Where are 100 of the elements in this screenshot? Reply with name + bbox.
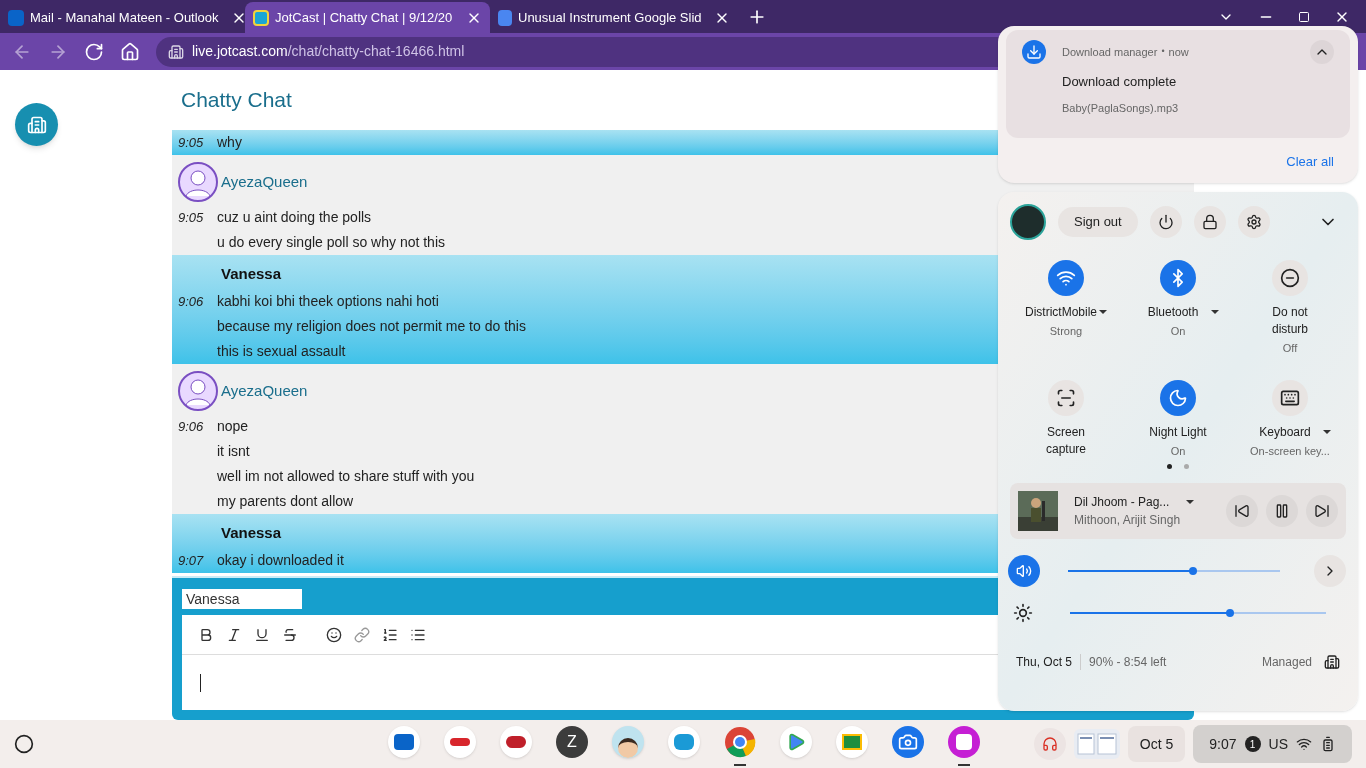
user-name: Vanessa	[221, 263, 282, 284]
app-icon[interactable]	[443, 726, 476, 758]
message-time: 9:05	[178, 210, 204, 225]
screen-capture-icon	[1056, 388, 1076, 408]
separator-dot: •	[1161, 45, 1165, 59]
dropdown-icon[interactable]	[1323, 430, 1331, 434]
name-field[interactable]: Vanessa	[182, 589, 302, 609]
bold-icon[interactable]	[198, 626, 214, 643]
canvas-app-icon[interactable]	[947, 726, 980, 758]
do-not-disturb-icon	[1280, 268, 1300, 288]
building-icon	[1324, 654, 1340, 670]
site-icon	[253, 9, 269, 26]
browser-tab[interactable]: Mail - Manahal Mateen - Outlook	[0, 2, 245, 33]
volume-button[interactable]	[1008, 555, 1040, 587]
sign-out-button[interactable]: Sign out	[1058, 207, 1138, 237]
lock-icon	[1201, 214, 1218, 230]
link-icon[interactable]	[354, 626, 370, 643]
underline-icon[interactable]	[254, 626, 270, 643]
play-store-icon[interactable]	[779, 726, 812, 758]
keyboard-icon	[1280, 388, 1300, 408]
next-icon	[1314, 503, 1330, 519]
toggle-button[interactable]	[1272, 260, 1308, 296]
message-text: my parents dont allow	[217, 492, 354, 511]
track-title: Dil Jhoom - Pag...	[1074, 494, 1170, 511]
battery-status[interactable]: 90% - 8:54 left	[1089, 653, 1167, 671]
next-button[interactable]	[1306, 495, 1338, 527]
collapse-button[interactable]	[1310, 40, 1334, 64]
message-text: why	[217, 133, 242, 152]
message-text: because my religion does not permit me to do this	[217, 317, 526, 336]
chat-title: Chatty Chat	[181, 87, 292, 114]
toggle-label: Screen capture	[1045, 424, 1087, 458]
site-info-icon[interactable]	[168, 43, 184, 60]
avatar-icon	[178, 162, 218, 202]
browser-icon[interactable]	[723, 726, 756, 758]
message-time: 9:06	[178, 419, 204, 434]
date-label[interactable]: Thu, Oct 5	[1016, 653, 1073, 671]
message-text: this is sexual assault	[217, 342, 346, 361]
status-area[interactable]: 9:07 1 US	[1193, 725, 1352, 763]
app-icon[interactable]	[499, 726, 532, 758]
date-pill[interactable]: Oct 5	[1127, 726, 1186, 762]
toggle-button[interactable]	[1272, 380, 1308, 416]
battery-icon	[1320, 736, 1336, 752]
pause-icon	[1274, 503, 1290, 519]
maximize-icon[interactable]	[1298, 11, 1310, 23]
audio-settings-button[interactable]	[1314, 555, 1346, 587]
brightness-icon	[1013, 603, 1033, 623]
browser-tab[interactable]: JotCast | Chatty Chat | 9/12/20	[245, 2, 490, 33]
managed-label[interactable]: Managed	[1261, 653, 1312, 671]
pause-button[interactable]	[1266, 495, 1298, 527]
numbered-list-icon[interactable]	[382, 626, 398, 643]
wifi-icon	[1056, 268, 1076, 288]
mail-app-icon[interactable]	[387, 726, 420, 758]
message-text: it isnt	[217, 442, 250, 461]
toggle-button[interactable]	[1048, 260, 1084, 296]
notification-time: now	[1168, 44, 1189, 60]
user-name: AyezaQueen	[221, 171, 308, 192]
toggle-button[interactable]	[1048, 380, 1084, 416]
emoji-icon[interactable]	[326, 626, 342, 643]
app-launcher-button[interactable]: Z	[555, 726, 588, 758]
camera-icon[interactable]	[891, 726, 924, 758]
building-icon	[26, 114, 47, 135]
document-icon	[498, 9, 512, 26]
launcher-icon[interactable]	[14, 734, 34, 754]
dropdown-icon[interactable]	[1099, 310, 1107, 314]
track-artist: Mithoon, Arijit Singh	[1074, 512, 1182, 529]
tab-title: Mail - Manahal Mateen - Outlook	[30, 8, 219, 27]
toggle-status: On	[1170, 444, 1186, 459]
headphones-icon	[1041, 736, 1058, 752]
accessibility-button[interactable]	[15, 103, 58, 146]
moon-icon	[1168, 388, 1188, 408]
lock-button[interactable]	[1193, 206, 1226, 238]
toggle-button[interactable]	[1160, 380, 1196, 416]
message-text: u do every single poll so why not this	[217, 233, 445, 252]
toggle-label: DistrictMobile	[1025, 304, 1097, 321]
power-button[interactable]	[1149, 206, 1182, 238]
toggle-button[interactable]	[1160, 260, 1196, 296]
user-name: Vanessa	[221, 522, 282, 543]
italic-icon[interactable]	[226, 626, 242, 643]
message-text: nope	[217, 417, 249, 436]
mail-app-icon	[8, 9, 24, 26]
classroom-icon[interactable]	[835, 726, 868, 758]
power-icon	[1157, 214, 1174, 230]
message-text: well im not allowed to share stuff with you	[217, 467, 475, 486]
previous-button[interactable]	[1226, 495, 1258, 527]
reload-icon[interactable]	[84, 41, 104, 62]
home-icon[interactable]	[120, 41, 140, 62]
audio-button[interactable]	[1033, 728, 1066, 760]
dropdown-icon[interactable]	[1186, 500, 1194, 504]
clear-all-button[interactable]: Clear all	[1286, 152, 1334, 172]
browser-tab[interactable]: Unusual Instrument Google Slid	[490, 2, 735, 33]
settings-icon	[1245, 214, 1262, 230]
running-indicator	[957, 764, 970, 766]
message-time: 9:06	[178, 294, 204, 309]
dropdown-icon[interactable]	[1211, 310, 1219, 314]
settings-button[interactable]	[1237, 206, 1270, 238]
account-avatar[interactable]	[1010, 204, 1046, 240]
cartoon-app-icon[interactable]	[611, 726, 644, 758]
strikethrough-icon[interactable]	[282, 626, 298, 643]
cloud-app-icon[interactable]	[667, 726, 700, 758]
notification-card[interactable]: Download manager • now Download complete Baby(PaglaSongs).mp3	[1006, 30, 1350, 138]
